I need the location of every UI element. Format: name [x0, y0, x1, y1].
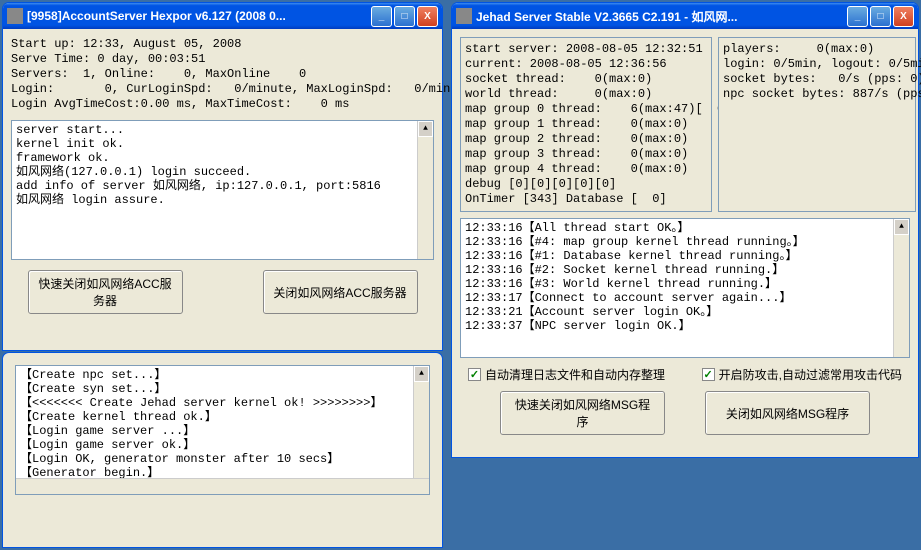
- stat-line: map group 4 thread: 0(max:0): [465, 162, 707, 177]
- log-line: kernel init ok.: [16, 137, 429, 151]
- log-line: 如风网络 login assure.: [16, 193, 429, 207]
- stat-line: world thread: 0(max:0): [465, 87, 707, 102]
- log-line: 【Login game server ...】: [20, 424, 425, 438]
- stat-line: Start up: 12:33, August 05, 2008: [11, 37, 434, 52]
- stat-line: map group 1 thread: 0(max:0): [465, 117, 707, 132]
- log-line: 12:33:16【All thread start OK。】: [465, 221, 905, 235]
- log-line: 12:33:16【#1: Database kernel thread runn…: [465, 249, 905, 263]
- stat-line: map group 0 thread: 6(max:47)[ 0]: [465, 102, 707, 117]
- log-line: 12:33:17【Connect to account server again…: [465, 291, 905, 305]
- log-line: 12:33:16【#3: World kernel thread running…: [465, 277, 905, 291]
- minimize-button[interactable]: _: [847, 6, 868, 27]
- scrollbar-horizontal[interactable]: [16, 478, 429, 494]
- maximize-button[interactable]: □: [870, 6, 891, 27]
- checkbox-icon: ✓: [468, 368, 481, 381]
- log-line: 如风网络(127.0.0.1) login succeed.: [16, 165, 429, 179]
- scroll-up-icon[interactable]: ▲: [418, 121, 433, 137]
- stat-line: login: 0/5min, logout: 0/5min: [723, 57, 911, 72]
- log-line: 12:33:16【#2: Socket kernel thread runnin…: [465, 263, 905, 277]
- log-line: 12:33:37【NPC server login OK.】: [465, 319, 905, 333]
- stat-line: start server: 2008-08-05 12:32:51: [465, 42, 707, 57]
- stat-line: debug [0][0][0][0][0]: [465, 177, 707, 192]
- stat-line: current: 2008-08-05 12:36:56: [465, 57, 707, 72]
- title-bar[interactable]: [9958]AccountServer Hexpor v6.127 (2008 …: [3, 3, 442, 29]
- log-line: server start...: [16, 123, 429, 137]
- stat-line: OnTimer [343] Database [ 0]: [465, 192, 707, 207]
- scrollbar-vertical[interactable]: ▲: [417, 121, 433, 259]
- log-line: 【Create npc set...】: [20, 368, 425, 382]
- checkbox-label: 开启防攻击,自动过滤常用攻击代码: [719, 366, 902, 383]
- log-line: 12:33:16【#4: map group kernel thread run…: [465, 235, 905, 249]
- stat-line: Login: 0, CurLoginSpd: 0/minute, MaxLogi…: [11, 82, 434, 97]
- autoclean-checkbox[interactable]: ✓ 自动清理日志文件和自动内存整理: [468, 366, 665, 383]
- close-msg-button[interactable]: 关闭如风网络MSG程序: [705, 391, 870, 435]
- app-icon: [7, 8, 23, 24]
- stats-left-pane: start server: 2008-08-05 12:32:51 curren…: [460, 37, 712, 212]
- stat-line: npc socket bytes: 887/s (pps: 8): [723, 87, 911, 102]
- scrollbar-vertical[interactable]: ▲: [413, 366, 429, 494]
- title-bar[interactable]: Jehad Server Stable V2.3665 C2.191 - 如风网…: [452, 3, 918, 29]
- stat-line: socket bytes: 0/s (pps: 0): [723, 72, 911, 87]
- defend-checkbox[interactable]: ✓ 开启防攻击,自动过滤常用攻击代码: [702, 366, 902, 383]
- npc-server-window: 【Create npc set...】 【Create syn set...】 …: [2, 352, 443, 548]
- stat-line: socket thread: 0(max:0): [465, 72, 707, 87]
- log-box[interactable]: 12:33:16【All thread start OK。】 12:33:16【…: [460, 218, 910, 358]
- stats-block: Start up: 12:33, August 05, 2008 Serve T…: [11, 37, 434, 112]
- checkbox-label: 自动清理日志文件和自动内存整理: [485, 366, 665, 383]
- log-line: 【Login OK, generator monster after 10 se…: [20, 452, 425, 466]
- account-server-window: [9958]AccountServer Hexpor v6.127 (2008 …: [2, 2, 443, 351]
- stat-line: map group 3 thread: 0(max:0): [465, 147, 707, 162]
- fast-close-acc-button[interactable]: 快速关闭如风网络ACC服务器: [28, 270, 183, 314]
- stat-line: Serve Time: 0 day, 00:03:51: [11, 52, 434, 67]
- fast-close-msg-button[interactable]: 快速关闭如风网络MSG程序: [500, 391, 665, 435]
- close-button[interactable]: X: [417, 6, 438, 27]
- scroll-up-icon[interactable]: ▲: [414, 366, 429, 382]
- maximize-button[interactable]: □: [394, 6, 415, 27]
- window-title: Jehad Server Stable V2.3665 C2.191 - 如风网…: [476, 8, 847, 25]
- close-button[interactable]: X: [893, 6, 914, 27]
- window-title: [9958]AccountServer Hexpor v6.127 (2008 …: [27, 9, 371, 23]
- log-line: 12:33:21【Account server login OK。】: [465, 305, 905, 319]
- stat-line: players: 0(max:0): [723, 42, 911, 57]
- scroll-up-icon[interactable]: ▲: [894, 219, 909, 235]
- checkbox-icon: ✓: [702, 368, 715, 381]
- jehad-server-window: Jehad Server Stable V2.3665 C2.191 - 如风网…: [451, 2, 919, 458]
- log-line: 【Create syn set...】: [20, 382, 425, 396]
- stat-line: map group 2 thread: 0(max:0): [465, 132, 707, 147]
- app-icon: [456, 8, 472, 24]
- log-line: framework ok.: [16, 151, 429, 165]
- log-box[interactable]: server start... kernel init ok. framewor…: [11, 120, 434, 260]
- scrollbar-vertical[interactable]: ▲: [893, 219, 909, 357]
- log-box[interactable]: 【Create npc set...】 【Create syn set...】 …: [15, 365, 430, 495]
- log-line: 【<<<<<<< Create Jehad server kernel ok! …: [20, 396, 425, 410]
- stats-right-pane: players: 0(max:0) login: 0/5min, logout:…: [718, 37, 916, 212]
- stat-line: Servers: 1, Online: 0, MaxOnline 0: [11, 67, 434, 82]
- log-line: add info of server 如风网络, ip:127.0.0.1, p…: [16, 179, 429, 193]
- stat-line: Login AvgTimeCost:0.00 ms, MaxTimeCost: …: [11, 97, 434, 112]
- log-line: 【Create kernel thread ok.】: [20, 410, 425, 424]
- log-line: 【Login game server ok.】: [20, 438, 425, 452]
- minimize-button[interactable]: _: [371, 6, 392, 27]
- close-acc-button[interactable]: 关闭如风网络ACC服务器: [263, 270, 418, 314]
